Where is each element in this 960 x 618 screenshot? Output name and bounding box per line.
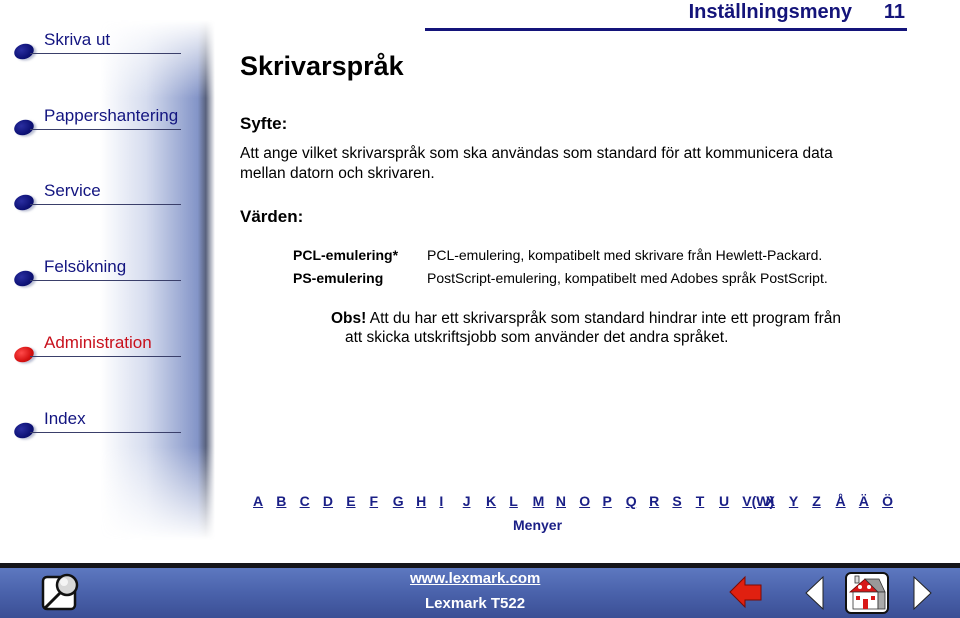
purpose-heading: Syfte:: [240, 114, 288, 133]
bullet-icon: [12, 117, 36, 138]
sidebar-item-service[interactable]: Service: [12, 181, 182, 213]
bullet-icon: [12, 268, 36, 289]
bullet-icon: [12, 192, 36, 213]
value-term: PCL-emulering*: [293, 247, 399, 263]
bullet-icon: [12, 344, 36, 365]
next-page-icon[interactable]: [911, 575, 933, 611]
page-number: 11: [883, 1, 905, 23]
search-icon[interactable]: [40, 572, 82, 614]
value-description: PostScript-emulering, kompatibelt med Ad…: [427, 270, 828, 286]
index-letter-link[interactable]: S: [672, 493, 681, 509]
index-letter-link[interactable]: T: [696, 493, 705, 509]
sidebar-item-skriva-ut[interactable]: Skriva ut: [12, 30, 182, 62]
index-letter-link[interactable]: P: [603, 493, 612, 509]
index-letter-link[interactable]: J: [463, 493, 471, 509]
header-divider: [425, 28, 907, 31]
index-letter-link[interactable]: C: [300, 493, 310, 509]
sidebar-item-label: Administration: [44, 333, 152, 352]
nav-underline: [30, 53, 181, 54]
index-letter-link[interactable]: Y: [789, 493, 798, 509]
values-heading: Värden:: [240, 207, 304, 226]
index-letter-link[interactable]: Ö: [882, 493, 893, 509]
home-icon[interactable]: [845, 572, 889, 614]
nav-underline: [30, 204, 181, 205]
index-letter-link[interactable]: B: [276, 493, 286, 509]
index-letter-link[interactable]: Ä: [859, 493, 869, 509]
index-letter-link[interactable]: Q: [626, 493, 637, 509]
index-letter-link[interactable]: X: [766, 493, 775, 509]
index-letter-link[interactable]: N: [556, 493, 566, 509]
sidebar-item-pappershantering[interactable]: Pappershantering: [12, 106, 182, 138]
sidebar-item-index[interactable]: Index: [12, 409, 182, 441]
index-letter-link[interactable]: K: [486, 493, 496, 509]
bullet-icon: [12, 41, 36, 62]
index-letter-link[interactable]: U: [719, 493, 729, 509]
section-title: Inställningsmeny: [688, 1, 852, 23]
nav-underline: [30, 356, 181, 357]
sidebar-item-administration[interactable]: Administration: [12, 333, 182, 365]
nav-underline: [30, 432, 181, 433]
index-letter-link[interactable]: L: [509, 493, 518, 509]
sidebar-item-label: Felsökning: [44, 257, 127, 276]
page-title: Skrivarspråk: [240, 51, 404, 81]
nav-underline: [30, 280, 181, 281]
index-letter-link[interactable]: O: [579, 493, 590, 509]
menus-link[interactable]: Menyer: [513, 517, 562, 533]
sidebar-item-label: Skriva ut: [44, 30, 111, 49]
nav-underline: [30, 129, 181, 130]
note-label: Obs!: [331, 310, 367, 327]
sidebar-item-felsokning[interactable]: Felsökning: [12, 257, 182, 289]
index-letter-link[interactable]: Z: [812, 493, 821, 509]
back-icon[interactable]: [728, 574, 764, 610]
note: Obs! Att du har ett skrivarspråk som sta…: [331, 309, 891, 329]
index-letter-link[interactable]: I: [439, 493, 443, 509]
bullet-icon: [12, 420, 36, 441]
sidebar-item-label: Index: [44, 409, 86, 428]
index-letter-link[interactable]: R: [649, 493, 659, 509]
index-letter-link[interactable]: H: [416, 493, 426, 509]
value-description: PCL-emulering, kompatibelt med skrivare …: [427, 247, 823, 263]
sidebar-item-label: Service: [44, 181, 101, 200]
index-letter-link[interactable]: A: [253, 493, 263, 509]
index-letter-link[interactable]: M: [533, 493, 545, 509]
website-link[interactable]: www.lexmark.com: [410, 570, 540, 587]
note-text-continued: att skicka utskriftsjobb som använder de…: [345, 329, 729, 346]
index-letter-link[interactable]: Å: [836, 493, 846, 509]
value-term: PS-emulering: [293, 270, 384, 286]
printer-model: Lexmark T522: [425, 595, 526, 612]
previous-page-icon[interactable]: [804, 575, 826, 611]
note-text: Att du har ett skrivarspråk som standard…: [369, 310, 842, 327]
index-letter-link[interactable]: E: [346, 493, 355, 509]
sidebar-item-label: Pappershantering: [44, 106, 179, 125]
index-letter-link[interactable]: G: [393, 493, 404, 509]
index-letter-link[interactable]: F: [370, 493, 379, 509]
purpose-text: Att ange vilket skrivarspråk som ska anv…: [240, 145, 833, 182]
index-letter-link[interactable]: D: [323, 493, 333, 509]
